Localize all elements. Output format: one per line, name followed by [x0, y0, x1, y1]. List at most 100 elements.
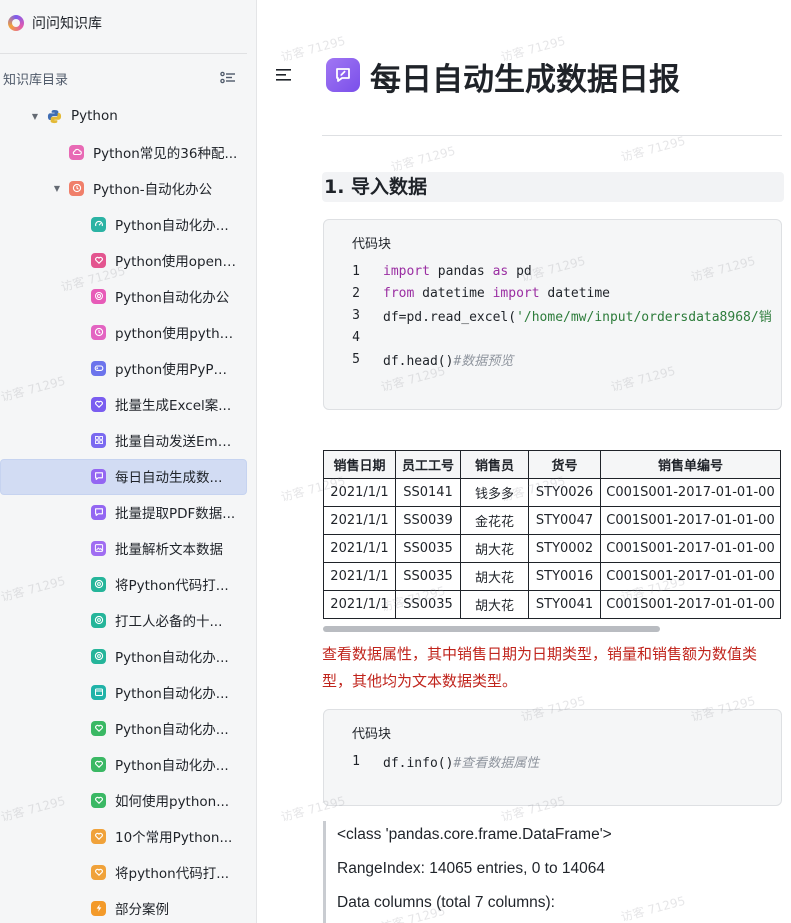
output-line: Data columns (total 7 columns):: [337, 894, 555, 911]
tree-item-label: 批量自动发送Ema...: [115, 434, 237, 450]
heart-icon: [91, 864, 106, 880]
line-number: 4: [352, 329, 360, 345]
column-header: 员工工号: [395, 450, 461, 479]
code-string: '/home/mw/input/ordersdata8968/销: [516, 309, 772, 325]
table-cell: STY0041: [528, 590, 601, 619]
tree-item-label: 将python代码打...: [115, 866, 230, 882]
table-cell: STY0026: [528, 478, 601, 507]
brand[interactable]: 问问知识库: [8, 12, 102, 34]
code-keyword: import: [492, 285, 540, 301]
code-text: df.head(): [383, 353, 454, 369]
python-icon: [47, 109, 62, 124]
table-header-row: 销售日期 员工工号 销售员 货号 销售单编号: [323, 450, 781, 479]
code-text: datetime: [414, 285, 493, 301]
caret-down-icon[interactable]: ▼: [30, 111, 40, 121]
tree-item-doc[interactable]: 将Python代码打...: [0, 566, 247, 602]
table-cell: 2021/1/1: [323, 534, 396, 563]
data-table: 销售日期 员工工号 销售员 货号 销售单编号 2021/1/1 SS0141 钱多多…: [323, 450, 781, 619]
table-cell: 2021/1/1: [323, 478, 396, 507]
tree-item-label: 如何使用python...: [115, 794, 230, 810]
table-row: 2021/1/1 SS0035 胡大花 STY0041 C001S001-2017-01…: [323, 590, 781, 619]
tree-item-doc[interactable]: 部分案例: [0, 890, 247, 923]
page-title: 每日自动生成数据日报: [370, 62, 680, 98]
code-line: 1 import pandas as pd: [324, 260, 532, 282]
tree-item-label: Python使用openp...: [115, 254, 237, 270]
tree-item-label: python使用pytho...: [115, 326, 237, 342]
output-line: <class 'pandas.core.frame.DataFrame'>: [337, 826, 612, 843]
column-header: 销售员: [460, 450, 529, 479]
table-row: 2021/1/1 SS0039 金花花 STY0047 C001S001-2017-01…: [323, 506, 781, 535]
tree-item-doc[interactable]: 每日自动生成数...: [0, 458, 247, 495]
table-cell: 2021/1/1: [323, 562, 396, 591]
heart-icon: [91, 792, 106, 808]
heart-icon: [91, 828, 106, 844]
line-number: 1: [352, 263, 360, 279]
code-comment: #数据预览: [453, 353, 514, 369]
table-cell: SS0035: [395, 590, 461, 619]
tree-item-doc[interactable]: 打工人必备的十...: [0, 602, 247, 638]
data-table-container[interactable]: 销售日期 员工工号 销售员 货号 销售单编号 2021/1/1 SS0141 钱多多…: [323, 450, 783, 620]
tree-item-python[interactable]: ▼ Python: [0, 98, 247, 134]
table-horizontal-scrollbar[interactable]: [323, 626, 660, 632]
outline-toggle-icon[interactable]: [219, 69, 237, 87]
heart-icon: [91, 720, 106, 736]
code-block-label: 代码块: [352, 727, 392, 742]
calendar-icon: [91, 684, 106, 700]
tree-item-doc[interactable]: Python自动化办...: [0, 674, 247, 710]
note-paragraph: 查看数据属性，其中销售日期为日期类型，销量和销售额为数值类型，其他均为文本数据类…: [322, 645, 758, 690]
table-cell: SS0035: [395, 562, 461, 591]
tree-item-doc[interactable]: Python自动化办...: [0, 710, 247, 746]
tree-item-doc[interactable]: Python自动化办...: [0, 746, 247, 782]
app-name: 问问知识库: [32, 16, 102, 32]
tree-item-doc[interactable]: 如何使用python...: [0, 782, 247, 818]
tree-item-doc[interactable]: Python自动化办公: [0, 278, 247, 314]
tree-item-doc[interactable]: 将python代码打...: [0, 854, 247, 890]
tree-item-label: Python自动化办...: [115, 758, 229, 774]
tree-item-doc[interactable]: Python使用openp...: [0, 242, 247, 278]
doc-chat-icon: [326, 58, 360, 92]
tree-item-label: Python: [71, 108, 118, 124]
support-icon: [91, 576, 106, 592]
tree-item-label: python使用PyPDF...: [115, 362, 237, 378]
tree-item-doc[interactable]: 批量提取PDF数据...: [0, 494, 247, 530]
tree-item-doc[interactable]: python使用PyPDF...: [0, 350, 247, 386]
brand-logo-icon: [8, 15, 24, 31]
tree-item-doc[interactable]: 批量生成Excel案...: [0, 386, 247, 422]
code-line: 4: [324, 326, 360, 348]
tree-item-python-configs[interactable]: Python常见的36种配...: [0, 134, 247, 170]
tree-item-label: 10个常用Python...: [115, 830, 233, 846]
sidebar: 问问知识库 知识库目录 ▼ Python Python常见的36种配... ▼ …: [0, 0, 257, 923]
document-area: 每日自动生成数据日报 1. 导入数据 代码块 1 import pandas a…: [258, 0, 791, 923]
table-cell: 金花花: [460, 506, 529, 535]
tree-item-doc[interactable]: 批量解析文本数据: [0, 530, 247, 566]
code-keyword: as: [492, 263, 509, 279]
tree-item-doc[interactable]: python使用pytho...: [0, 314, 247, 350]
tree-item-python-automation[interactable]: ▼ Python-自动化办公: [0, 170, 247, 206]
table-cell: 2021/1/1: [323, 506, 396, 535]
code-line: 2 from datetime import datetime: [324, 282, 610, 304]
menu-icon[interactable]: [275, 67, 293, 81]
tree-item-doc[interactable]: 10个常用Python...: [0, 818, 247, 854]
tree-item-label: Python常见的36种配...: [93, 146, 238, 162]
tree-item-label: 打工人必备的十...: [115, 614, 223, 630]
tree-item-label: Python自动化办公: [115, 290, 230, 306]
tree-item-doc[interactable]: Python自动化办...: [0, 206, 247, 242]
title-divider: [322, 135, 782, 136]
line-number: 1: [352, 753, 360, 769]
table-cell: 胡大花: [460, 562, 529, 591]
table-cell: SS0039: [395, 506, 461, 535]
code-block[interactable]: 代码块 1 df.info()#查看数据属性: [323, 709, 782, 806]
tree-item-doc[interactable]: Python自动化办...: [0, 638, 247, 674]
gauge-icon: [91, 216, 106, 232]
output-line: RangeIndex: 14065 entries, 0 to 14064: [337, 860, 606, 877]
tree-item-label: 批量解析文本数据: [115, 542, 223, 558]
tree-item-doc[interactable]: 批量自动发送Ema...: [0, 422, 247, 458]
caret-down-icon[interactable]: ▼: [52, 183, 62, 193]
code-block[interactable]: 代码块 1 import pandas as pd 2 from datetim…: [323, 219, 782, 410]
tree-item-label: 批量生成Excel案...: [115, 398, 232, 414]
table-cell: 2021/1/1: [323, 590, 396, 619]
table-cell: C001S001-2017-01-01-00: [600, 590, 781, 619]
grid-icon: [91, 432, 106, 448]
tree-item-label: 部分案例: [115, 902, 169, 918]
output-quote: <class 'pandas.core.frame.DataFrame'> Ra…: [323, 821, 783, 923]
